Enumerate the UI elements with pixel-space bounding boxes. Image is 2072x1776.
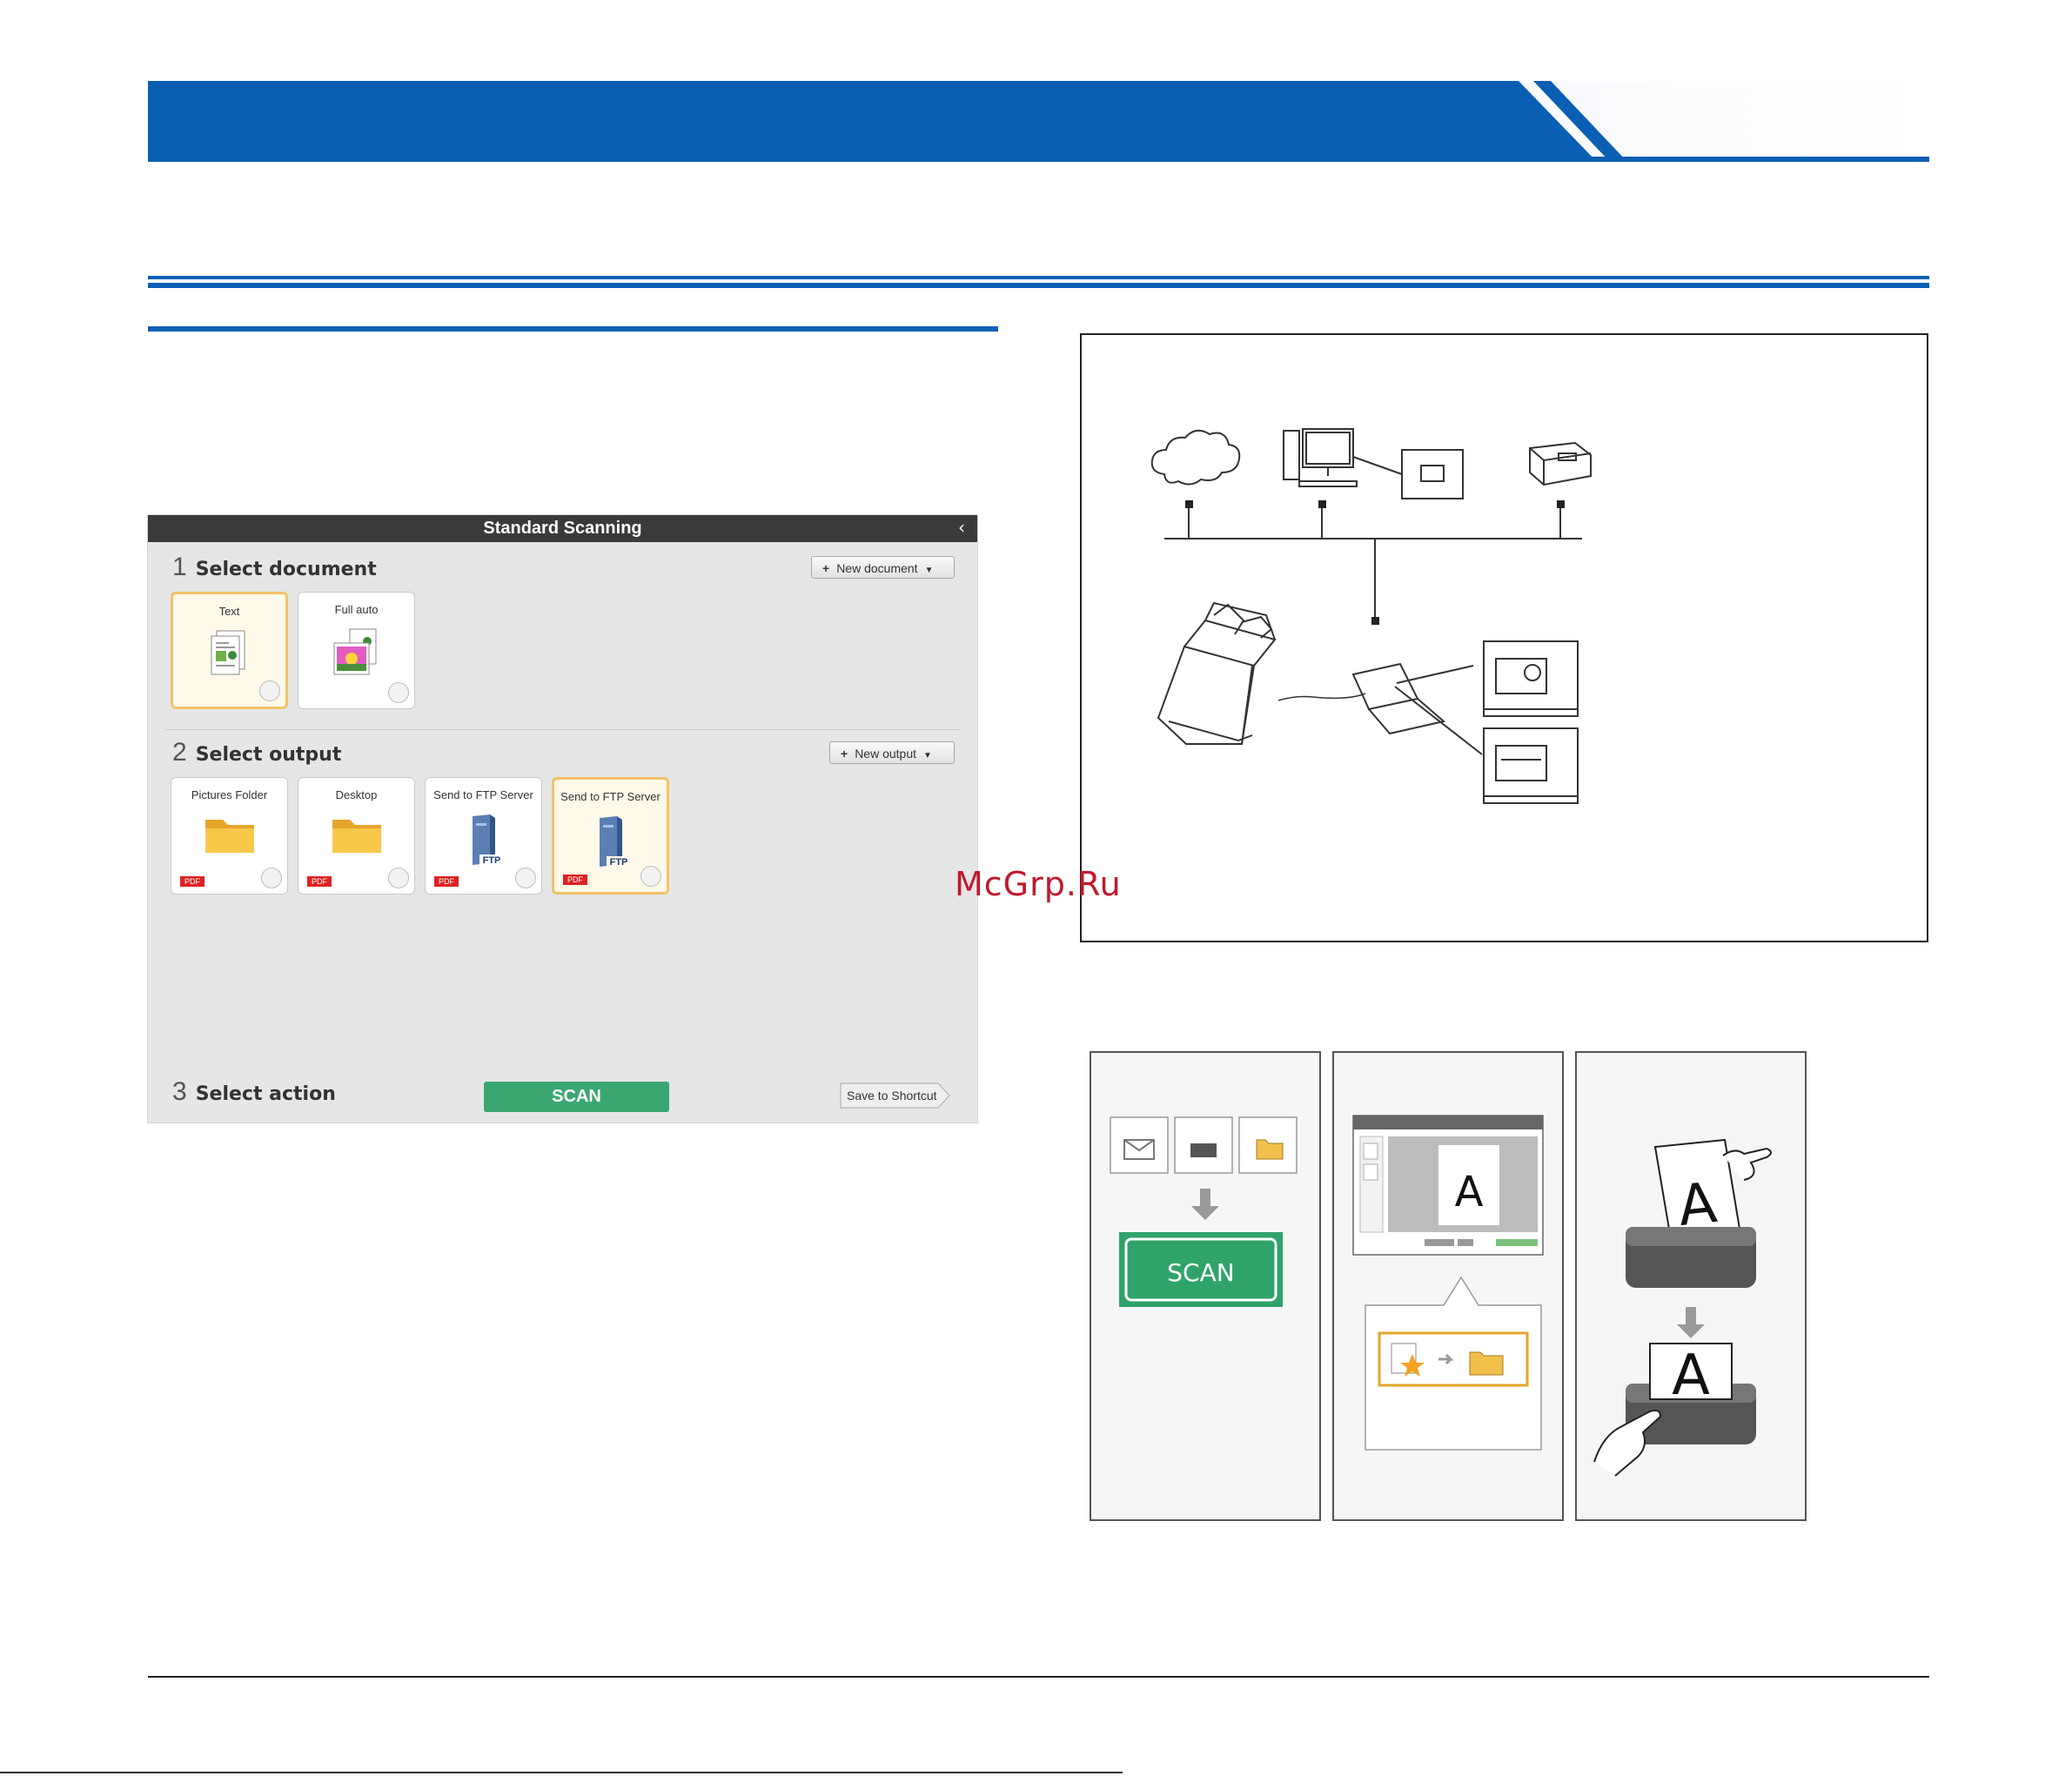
pdf-badge: PDF: [434, 876, 459, 887]
new-output-button[interactable]: + New output ▼: [829, 741, 955, 764]
new-document-button[interactable]: + New document ▼: [811, 556, 955, 579]
title-bar: Standard Scanning ‹: [148, 515, 977, 542]
card-label: Send to FTP Server: [560, 790, 660, 803]
header-banner: [148, 81, 1929, 162]
folder-icon: [205, 820, 254, 853]
scan-label: SCAN: [1167, 1258, 1234, 1287]
folder-icon: [332, 820, 381, 853]
select-output-heading: 2 Select output: [172, 738, 341, 767]
output-card-ftp-server-selected[interactable]: Send to FTP Server FTP PDF: [552, 777, 669, 895]
edit-pencil-icon[interactable]: [515, 868, 536, 888]
scanner-icon: [1157, 601, 1277, 745]
flow-panel-feed-document: A A: [1575, 1051, 1807, 1521]
new-document-label: New document: [836, 561, 918, 575]
card-label: Text: [218, 605, 240, 618]
step-label: Select action: [195, 1083, 336, 1105]
pdf-badge: PDF: [180, 876, 205, 887]
standard-scanning-window: Standard Scanning ‹ 1 Select document + Ne…: [148, 515, 977, 1123]
ftp-server-icon: FTP: [472, 814, 504, 866]
card-label: Full auto: [334, 603, 379, 616]
caret-down-icon: ▼: [924, 566, 934, 575]
plus-icon: +: [841, 747, 848, 761]
scan-button[interactable]: SCAN: [484, 1082, 669, 1112]
step-label: Select document: [195, 559, 377, 580]
edit-pencil-icon[interactable]: [388, 682, 409, 703]
arrow-down-icon: [1191, 1189, 1219, 1220]
svg-text:FTP: FTP: [609, 857, 627, 868]
shared-folder-icon: [1352, 449, 1464, 499]
flow-select-scan-art: SCAN: [1110, 1116, 1298, 1307]
footer-rule: [148, 1676, 1929, 1678]
card-label: Send to FTP Server: [433, 788, 533, 801]
card-label: Desktop: [335, 788, 378, 801]
plus-icon: +: [822, 561, 830, 575]
section-divider: [165, 729, 960, 730]
card-label: Pictures Folder: [191, 788, 268, 801]
svg-text:FTP: FTP: [482, 855, 500, 866]
save-to-shortcut-button[interactable]: Save to Shortcut: [840, 1082, 951, 1109]
document-card-full-auto[interactable]: Full auto: [298, 592, 415, 709]
network-diagram-art: [1150, 428, 1592, 804]
step-number: 3: [172, 1077, 187, 1106]
document-card-text[interactable]: Text: [171, 592, 288, 709]
watermark: McGrp.Ru: [955, 865, 1122, 903]
flow-preview-art: A: [1352, 1115, 1544, 1451]
pdf-badge: PDF: [307, 876, 332, 887]
step-label: Select output: [195, 744, 342, 766]
folder-icon: [1469, 1351, 1504, 1376]
network-diagram: [1080, 333, 1928, 942]
page-edge-line: [0, 1772, 1123, 1773]
output-window-icon: [1483, 727, 1579, 804]
text-document-icon: [211, 630, 245, 675]
output-card-pictures-folder[interactable]: Pictures Folder PDF: [171, 777, 288, 895]
arrow-down-icon: [1677, 1307, 1705, 1338]
caret-down-icon: ▼: [923, 751, 932, 761]
printer-icon: [1529, 441, 1592, 486]
output-card-ftp-server[interactable]: Send to FTP Server FTP PDF: [425, 777, 542, 895]
flow-panel-preview: A: [1332, 1051, 1564, 1521]
select-document-heading: 1 Select document: [172, 553, 377, 582]
output-card-desktop[interactable]: Desktop PDF: [298, 777, 415, 895]
preview-letter: A: [1455, 1168, 1484, 1216]
shortcut-label: Save to Shortcut: [847, 1089, 937, 1102]
subsection-rule: [148, 326, 998, 332]
ftp-server-icon: FTP: [599, 816, 631, 868]
select-action-heading: 3 Select action: [172, 1077, 336, 1107]
edit-pencil-icon[interactable]: [388, 868, 409, 888]
pdf-badge: PDF: [563, 875, 587, 885]
output-window-icon: [1483, 640, 1579, 717]
edit-pencil-icon[interactable]: [261, 868, 282, 888]
laptop-icon: [1351, 662, 1483, 755]
flow-feed-art: A A: [1593, 1138, 1772, 1477]
window-title: Standard Scanning: [483, 519, 642, 538]
step-number: 2: [172, 738, 187, 767]
printer-icon: [1190, 1143, 1217, 1157]
cloud-icon: [1150, 429, 1241, 486]
section-rule: [148, 276, 1929, 288]
new-output-label: New output: [855, 747, 917, 761]
mail-output-card: [1110, 1116, 1169, 1174]
edit-pencil-icon[interactable]: [640, 866, 661, 887]
step-number: 1: [172, 553, 187, 581]
collapse-icon[interactable]: ‹: [958, 515, 965, 542]
flow-panel-select-and-scan: SCAN: [1090, 1051, 1321, 1521]
desktop-computer-icon: [1283, 428, 1358, 487]
paper-letter: A: [1672, 1344, 1710, 1408]
edit-pencil-icon[interactable]: [259, 680, 280, 701]
photo-document-icon: [333, 628, 376, 675]
